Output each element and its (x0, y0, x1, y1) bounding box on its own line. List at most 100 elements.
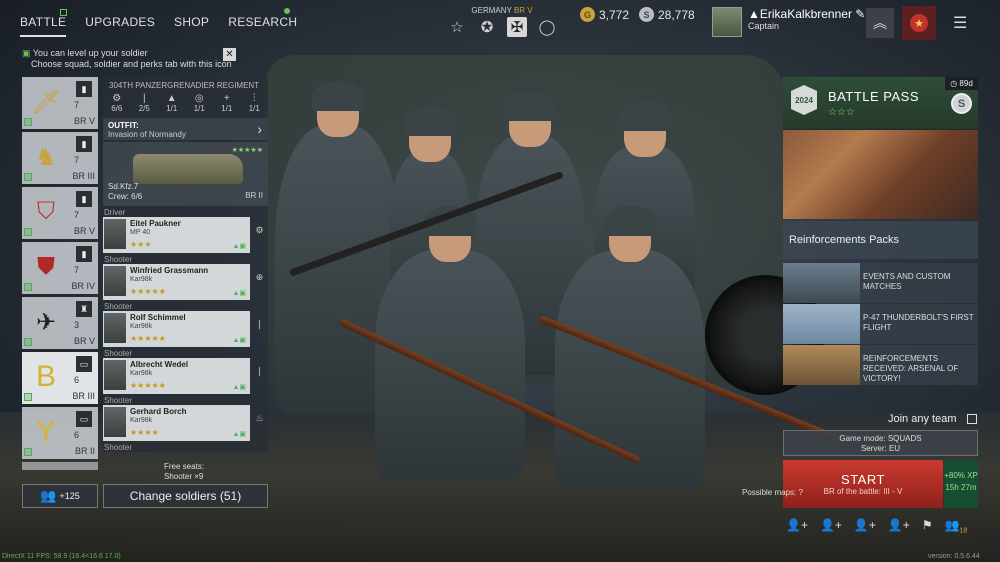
squad-invite-bar: 👤+ 👤+ 👤+ 👤+ ⚑ 👥18 (786, 518, 967, 534)
silver-coin-icon: S (639, 7, 654, 22)
tab-upgrades[interactable]: UPGRADES (85, 15, 155, 37)
reserve-button[interactable]: 👥 +125 (22, 484, 98, 508)
tab-research[interactable]: RESEARCH (228, 8, 297, 37)
shield-emblem-icon: ⛊ (37, 253, 55, 280)
vehicle-class-icon: ▭ (76, 411, 92, 427)
vehicle-card[interactable]: ★★★★★ Sd.Kfz.7 Crew: 6/6 BR II (103, 142, 268, 206)
upgrade-available-icon (24, 338, 32, 346)
ussr-star-icon[interactable]: ✪ (477, 17, 497, 37)
add-friend-icon[interactable]: 👤+ (786, 518, 808, 534)
start-button[interactable]: START BR of the battle: III - V (783, 460, 943, 508)
soldier-portrait (104, 313, 126, 343)
gold-currency[interactable]: G 3,772 (580, 7, 629, 22)
friends-icon[interactable]: 👥18 (945, 518, 968, 534)
soldier-portrait (104, 219, 126, 249)
chevron-right-icon: › (257, 121, 262, 137)
soldier-class-icon: ♜ (76, 301, 92, 317)
outfit-selector[interactable]: OUTFIT: Invasion of Normandy › (103, 118, 268, 140)
squad-card[interactable]: ✈ ♜ 3 BR V (22, 297, 98, 349)
nation-label: GERMANY BR V (471, 6, 533, 15)
tab-shop[interactable]: SHOP (174, 15, 209, 37)
add-friend-icon[interactable]: 👤+ (854, 518, 876, 534)
perk-stat: ⫶ 1/1 (248, 93, 260, 113)
rifle-class-icon: ▮ (76, 246, 92, 262)
possible-maps[interactable]: Possible maps: ? (742, 488, 803, 498)
edit-pencil-icon[interactable]: ✎ (855, 7, 865, 21)
squad-card[interactable]: ⛊ ▮ 7 BR IV (22, 242, 98, 294)
upgrade-available-icon (24, 118, 32, 126)
soldier-portrait (104, 360, 126, 390)
clock-icon: ◷ (950, 79, 958, 88)
tab-battle[interactable]: BATTLE (20, 9, 67, 37)
japan-circle-icon[interactable]: ◯ (537, 17, 557, 37)
profile[interactable]: ▲ErikaKalkbrenner ✎ Captain (712, 7, 865, 37)
squad-detail-panel: 304TH PANZERGRENADIER REGIMENT ⚙ 6/6 | 2/5… (103, 77, 268, 452)
flame-icon[interactable]: ♨ (253, 413, 266, 424)
squad-list: 🗡 ▮ 7 BR V ♞ ▮ 7 BR III ⛉ ▮ 7 BR V ⛊ ▮ 7 BR IV ✈ ♜ 3 BR… (22, 77, 98, 470)
soldier-card[interactable]: Rolf Schimmel Kar98k ★★★★★ ▲▣ ❘ (103, 311, 263, 347)
squad-card[interactable]: 🗡 ▮ 7 BR V (22, 77, 98, 129)
germany-cross-icon[interactable]: ✠ (507, 17, 527, 37)
soldier-card[interactable]: Albrecht Wedel Kar98k ★★★★★ ▲▣ ❘ (103, 358, 263, 394)
news-item[interactable]: EVENTS AND CUSTOM MATCHES (783, 263, 978, 303)
new-indicator-icon (60, 9, 67, 16)
medic-plus-icon[interactable]: ⊕ (253, 272, 266, 283)
bullet-icon[interactable]: ❘ (253, 319, 266, 330)
dagger-emblem-icon: 🗡 (30, 88, 62, 116)
rifle-class-icon: ▮ (76, 191, 92, 207)
game-mode-info[interactable]: Game mode: SQUADS Server: EU (783, 430, 978, 456)
squad-list-more[interactable] (22, 462, 98, 470)
change-soldiers-button[interactable]: Change soldiers (51) (103, 484, 268, 508)
news-item[interactable]: REINFORCEMENTS RECEIVED: ARSENAL OF VICT… (783, 345, 978, 385)
upgrade-available-icon (24, 393, 32, 401)
xp-bonus: +80% XP 15h 27m (944, 460, 978, 508)
squad-card[interactable]: B ▭ 6 BR III (22, 352, 98, 404)
bullet-icon[interactable]: ❘ (253, 366, 266, 377)
regiment-name: 304TH PANZERGRENADIER REGIMENT (109, 81, 260, 90)
perk-stat: ⚙ 6/6 (111, 93, 123, 113)
soldier-portrait (104, 407, 126, 437)
profile-rank: Captain (748, 21, 780, 31)
notification-dot-icon (284, 8, 291, 14)
flag-icon[interactable]: ⚑ (922, 518, 933, 534)
hamburger-menu-icon[interactable]: ☰ (953, 13, 967, 33)
level-up-icon: ▲▣ (232, 290, 246, 297)
upgrade-available-icon (24, 283, 32, 291)
battle-pass-stars: ☆☆☆ (828, 107, 855, 118)
squad-card[interactable]: ⛉ ▮ 7 BR V (22, 187, 98, 239)
main-nav: BATTLE UPGRADES SHOP RESEARCH (20, 8, 297, 37)
upgrade-available-icon (24, 448, 32, 456)
rifle-class-icon: ▮ (76, 81, 92, 97)
fps-counter: DirectX 11 FPS: 58.9 (16.4<16.6 17.0) (2, 553, 121, 560)
soldier-card[interactable]: Gerhard Borch Kar98k ★★★★ ▲▣ ♨ (103, 405, 264, 441)
shield-emblem-icon: ⛉ (37, 198, 55, 225)
level-up-icon: ▲▣ (232, 337, 246, 344)
vehicle-class-icon: ▭ (76, 356, 92, 372)
upgrade-available-icon (24, 173, 32, 181)
add-friend-icon[interactable]: 👤+ (888, 518, 910, 534)
news-thumbnail (783, 345, 860, 385)
add-friend-icon[interactable]: 👤+ (820, 518, 842, 534)
usa-star-icon[interactable]: ☆ (447, 17, 467, 37)
rank-insignia-icon[interactable]: ︽ (866, 8, 894, 38)
squad-card[interactable]: ♞ ▮ 7 BR III (22, 132, 98, 184)
news-thumbnail (783, 263, 860, 303)
soldier-card[interactable]: Winfried Grassmann Kar98k ★★★★★ ▲▣ ⊕ (103, 264, 263, 300)
gear-icon[interactable]: ⚙ (253, 225, 266, 236)
close-icon[interactable]: ✕ (223, 48, 236, 61)
reinforcements-header[interactable]: Reinforcements Packs (783, 221, 978, 259)
star-medal-icon: ★ (910, 14, 928, 32)
join-any-team-checkbox[interactable] (967, 414, 977, 424)
news-item[interactable]: P-47 THUNDERBOLT'S FIRST FLIGHT (783, 304, 978, 344)
gold-coin-icon: G (580, 7, 595, 22)
squad-card[interactable]: Y ▭ 6 BR II (22, 407, 98, 459)
perk-stat: ◎ 1/1 (193, 93, 205, 113)
battle-pass-image[interactable] (783, 130, 978, 219)
medal-button[interactable]: ★ (902, 6, 936, 40)
silver-currency[interactable]: S 28,778 (639, 7, 695, 22)
silver-pass-icon[interactable]: S (951, 93, 972, 114)
soldier-card[interactable]: Eitel Paukner MP 40 ★★★ ▲▣ ⚙ (103, 217, 264, 253)
news-thumbnail (783, 304, 860, 344)
level-up-icon: ▲▣ (232, 431, 246, 438)
join-any-team-label: Join any team (888, 413, 957, 425)
